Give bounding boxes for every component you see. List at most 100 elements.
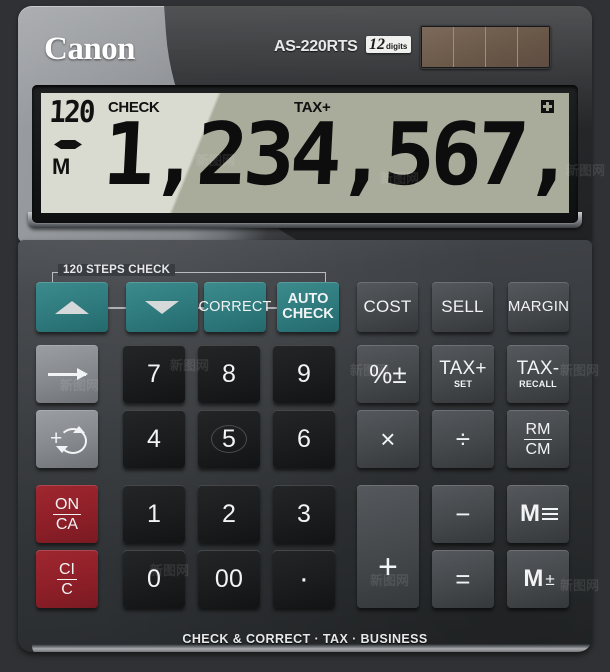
plusminus-glyph-icon: ± (545, 569, 555, 589)
plus-button[interactable]: + (357, 485, 419, 608)
margin-label: MARGIN (507, 298, 570, 315)
equals-label: = (455, 563, 471, 594)
percent-label: %± (369, 358, 407, 389)
auto-check-line1: AUTO (287, 291, 329, 307)
plus-label: + (377, 548, 399, 586)
step-down-button[interactable] (126, 282, 198, 332)
digit-0-button[interactable]: 0 (123, 550, 185, 608)
double-zero-button[interactable]: 00 (198, 550, 260, 608)
solar-panel (420, 25, 551, 69)
multiply-button[interactable]: × (357, 410, 419, 468)
double-zero-label: 00 (214, 565, 244, 593)
steps-check-label: 120 STEPS CHECK (58, 264, 176, 276)
auto-check-button[interactable]: AUTO CHECK (277, 282, 339, 332)
tax-minus-label: TAX- (516, 357, 560, 379)
model-label: AS-220RTS (274, 38, 358, 55)
digit-5-label: 5 (221, 425, 237, 453)
lcd-steps-counter: 120 (48, 95, 95, 130)
correct-label: CORRECT (198, 299, 272, 315)
digit-9-button[interactable]: 9 (273, 345, 335, 403)
plus-minus-swap-icon: + (50, 426, 87, 454)
solar-cell (486, 27, 518, 67)
ci-c-stack: CI C (57, 561, 77, 598)
on-label: ON (53, 495, 81, 515)
m-glyph: M (523, 565, 544, 592)
rm-label: RM (523, 420, 553, 440)
m-glyph: M (520, 500, 540, 527)
solar-panel-cells (422, 27, 549, 67)
percent-button[interactable]: %± (357, 345, 419, 403)
lcd-screen: 120 CHECK M TAX+ 1,234,567,890.12 (41, 93, 569, 213)
tax-minus-sublabel: RECALL (519, 378, 557, 389)
equals-button[interactable]: = (432, 550, 494, 608)
digit-3-button[interactable]: 3 (273, 485, 335, 543)
auto-check-line2: CHECK (282, 306, 334, 322)
ci-c-button[interactable]: CI C (36, 550, 98, 608)
sell-button[interactable]: SELL (432, 282, 493, 332)
digit-1-label: 1 (146, 500, 162, 528)
digit-1-button[interactable]: 1 (123, 485, 185, 543)
on-ca-button[interactable]: ON CA (36, 485, 98, 543)
tax-minus-button[interactable]: TAX- RECALL (507, 345, 569, 403)
minus-label: − (455, 498, 471, 529)
digit-0-label: 0 (146, 565, 162, 593)
digit-6-button[interactable]: 6 (273, 410, 335, 468)
backspace-button[interactable] (36, 345, 98, 403)
on-ca-stack: ON CA (53, 496, 81, 533)
ci-label: CI (57, 560, 77, 580)
lcd-memory-indicator: M (52, 154, 71, 179)
tax-plus-button[interactable]: TAX+ SET (432, 345, 494, 403)
correct-button[interactable]: CORRECT (198, 282, 271, 332)
brand-logo: Canon (44, 31, 136, 67)
memory-recall-clear-button[interactable]: RM CM (507, 410, 569, 468)
minus-button[interactable]: − (432, 485, 494, 543)
lcd-sign-indicator (54, 140, 82, 149)
digit-8-label: 8 (221, 360, 237, 388)
digit-3-label: 3 (296, 500, 312, 528)
cost-label: COST (363, 297, 412, 316)
memory-equals-button[interactable]: M= M (507, 485, 569, 543)
digit-5-button[interactable]: 5 (198, 410, 260, 468)
digits-badge-number: 12 (369, 36, 385, 53)
digit-8-button[interactable]: 8 (198, 345, 260, 403)
digits-badge: 12 digits (366, 36, 412, 53)
solar-cell (454, 27, 486, 67)
digit-4-label: 4 (146, 425, 162, 453)
cost-button[interactable]: COST (357, 282, 418, 332)
digit-6-label: 6 (296, 425, 312, 453)
digit-2-label: 2 (221, 500, 237, 528)
divide-label: ÷ (455, 423, 471, 454)
solar-cell (518, 27, 549, 67)
step-up-button[interactable] (36, 282, 108, 332)
digit-4-button[interactable]: 4 (123, 410, 185, 468)
c-label: C (61, 580, 73, 598)
divide-button[interactable]: ÷ (432, 410, 494, 468)
ca-label: CA (55, 515, 79, 533)
display-bezel: 120 CHECK M TAX+ 1,234,567,890.12 (32, 85, 578, 223)
digit-7-button[interactable]: 7 (123, 345, 185, 403)
tax-plus-sublabel: SET (453, 378, 473, 389)
digit-9-label: 9 (296, 360, 312, 388)
rm-cm-stack: RM CM (523, 420, 553, 458)
tax-plus-label: TAX+ (439, 357, 487, 379)
arrow-right-icon (48, 367, 88, 380)
equals-bars-icon (542, 507, 558, 521)
lcd-value: 1,234,567,890.12 (100, 105, 569, 205)
bracket-tie (108, 307, 126, 309)
digit-2-button[interactable]: 2 (198, 485, 260, 543)
margin-button[interactable]: MARGIN (508, 282, 569, 332)
sign-change-button[interactable]: + (36, 410, 98, 468)
decimal-point-label: · (298, 562, 310, 595)
sell-label: SELL (441, 297, 484, 316)
arrow-down-icon (145, 300, 179, 314)
feature-tagline: CHECK & CORRECT · TAX · BUSINESS (182, 632, 428, 646)
decimal-point-button[interactable]: · (273, 550, 335, 608)
arrow-up-icon (55, 300, 89, 314)
calculator-device: Canon AS-220RTS 12 digits 120 CHECK M TA… (0, 0, 610, 672)
cm-label: CM (525, 440, 551, 458)
memory-plus-minus-button[interactable]: M± M ± (507, 550, 569, 608)
m-plusminus-icon: M± M ± (521, 567, 554, 591)
digit-7-label: 7 (146, 360, 162, 388)
m-equals-icon: M= M (518, 502, 558, 526)
digits-badge-unit: digits (386, 42, 408, 51)
